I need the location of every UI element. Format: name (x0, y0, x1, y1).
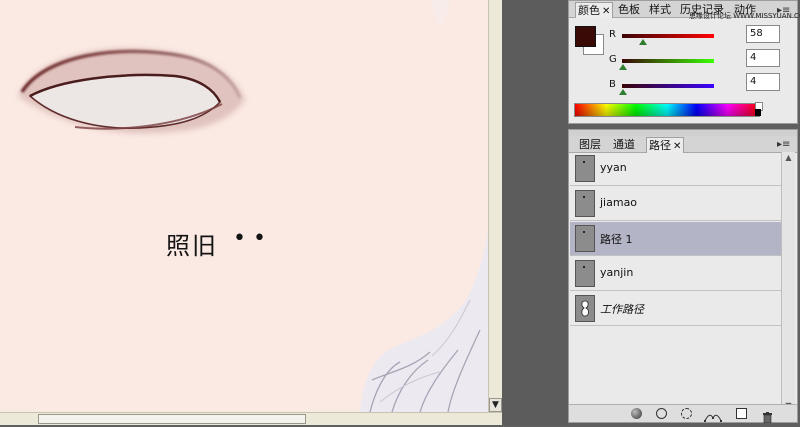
path-label: yyan (600, 161, 627, 174)
tab-paths-label: 路径 (649, 139, 671, 152)
panel-menu-icon[interactable]: ▸≡ (777, 139, 790, 150)
eye-drawing (18, 0, 488, 412)
color-spectrum-bar[interactable] (574, 103, 760, 117)
path-thumbnail-icon (575, 225, 595, 252)
canvas-dots: • • (233, 226, 266, 251)
b-slider-label: B (609, 79, 616, 90)
r-slider-track[interactable] (622, 34, 714, 38)
g-value-field[interactable]: 4 (746, 49, 780, 67)
stroke-path-icon[interactable] (656, 408, 667, 419)
scroll-up-icon[interactable]: ▲ (782, 152, 795, 164)
path-thumbnail-icon (575, 260, 595, 287)
canvas-vertical-scrollbar[interactable]: ▼ (488, 0, 502, 412)
tab-styles-label: 样式 (649, 3, 671, 16)
tab-channels-label: 通道 (613, 138, 635, 151)
path-thumbnail-icon (575, 155, 595, 182)
r-slider-label: R (609, 29, 616, 40)
fill-path-icon[interactable] (631, 408, 642, 419)
paths-panel: 图层 通道 路径 ✕ ▸≡ yyan jiamao 路径 1 yanjin 工作路… (568, 129, 798, 424)
path-row-jiamao[interactable]: jiamao (570, 187, 781, 221)
close-icon[interactable]: ✕ (673, 141, 681, 152)
panel-menu-icon[interactable]: ▸≡ (777, 5, 790, 16)
tab-swatches-label: 色板 (618, 3, 640, 16)
g-slider-track[interactable] (622, 59, 714, 63)
load-selection-icon[interactable] (681, 408, 692, 419)
tab-color-label: 颜色 (578, 4, 600, 17)
tab-paths[interactable]: 路径 ✕ (646, 137, 685, 153)
path-label: 工作路径 (600, 303, 644, 316)
paths-list-scrollbar[interactable]: ▲ ▼ (781, 152, 795, 412)
tab-layers[interactable]: 图层 (577, 137, 603, 153)
black-swatch[interactable] (755, 109, 761, 116)
close-icon[interactable]: ✕ (602, 6, 610, 17)
tab-layers-label: 图层 (579, 138, 601, 151)
tab-color[interactable]: 颜色 ✕ (575, 2, 614, 18)
path-row-path-1[interactable]: 路径 1 (570, 222, 781, 256)
path-label: jiamao (600, 196, 638, 209)
tab-styles[interactable]: 样式 (647, 2, 673, 18)
path-thumbnail-icon (575, 190, 595, 217)
path-row-work-path[interactable]: 工作路径 (570, 292, 781, 326)
r-value-field[interactable]: 58 (746, 25, 780, 43)
color-panel: 颜色 ✕ 色板 样式 历史记录 动作 思缘设计论坛 WWW.MISSYUAN.CO… (568, 0, 800, 124)
b-slider-handle[interactable] (619, 89, 627, 95)
g-slider-label: G (609, 54, 617, 65)
path-label: yanjin (600, 266, 634, 279)
new-path-icon[interactable] (736, 408, 747, 419)
g-slider-handle[interactable] (619, 64, 627, 70)
path-label: 路径 1 (600, 233, 633, 246)
b-slider-track[interactable] (622, 84, 714, 88)
tab-channels[interactable]: 通道 (611, 137, 637, 153)
r-slider-handle[interactable] (639, 39, 647, 45)
canvas-caption: 照旧 (166, 232, 218, 260)
paths-panel-tabs: 图层 通道 路径 ✕ ▸≡ (569, 136, 797, 153)
paths-list: yyan jiamao 路径 1 yanjin 工作路径 (569, 152, 781, 412)
make-work-path-icon[interactable] (704, 408, 722, 422)
paths-panel-footer (569, 404, 797, 424)
work-path-thumbnail-icon (575, 295, 595, 322)
scroll-down-arrow-icon[interactable]: ▼ (489, 398, 502, 412)
horizontal-scroll-thumb[interactable] (38, 414, 306, 424)
color-panel-tabs: 颜色 ✕ 色板 样式 历史记录 动作 思缘设计论坛 WWW.MISSYUAN.CO… (569, 1, 800, 20)
document-canvas[interactable]: 照旧 • • (0, 0, 488, 412)
workspace-background (502, 0, 568, 425)
path-row-yanjin[interactable]: yanjin (570, 257, 781, 291)
canvas-horizontal-scrollbar[interactable] (0, 412, 502, 425)
path-row-yyan[interactable]: yyan (570, 152, 781, 186)
delete-path-icon[interactable] (762, 408, 773, 424)
foreground-color-swatch[interactable] (575, 26, 596, 47)
tab-swatches[interactable]: 色板 (616, 2, 642, 18)
b-value-field[interactable]: 4 (746, 73, 780, 91)
